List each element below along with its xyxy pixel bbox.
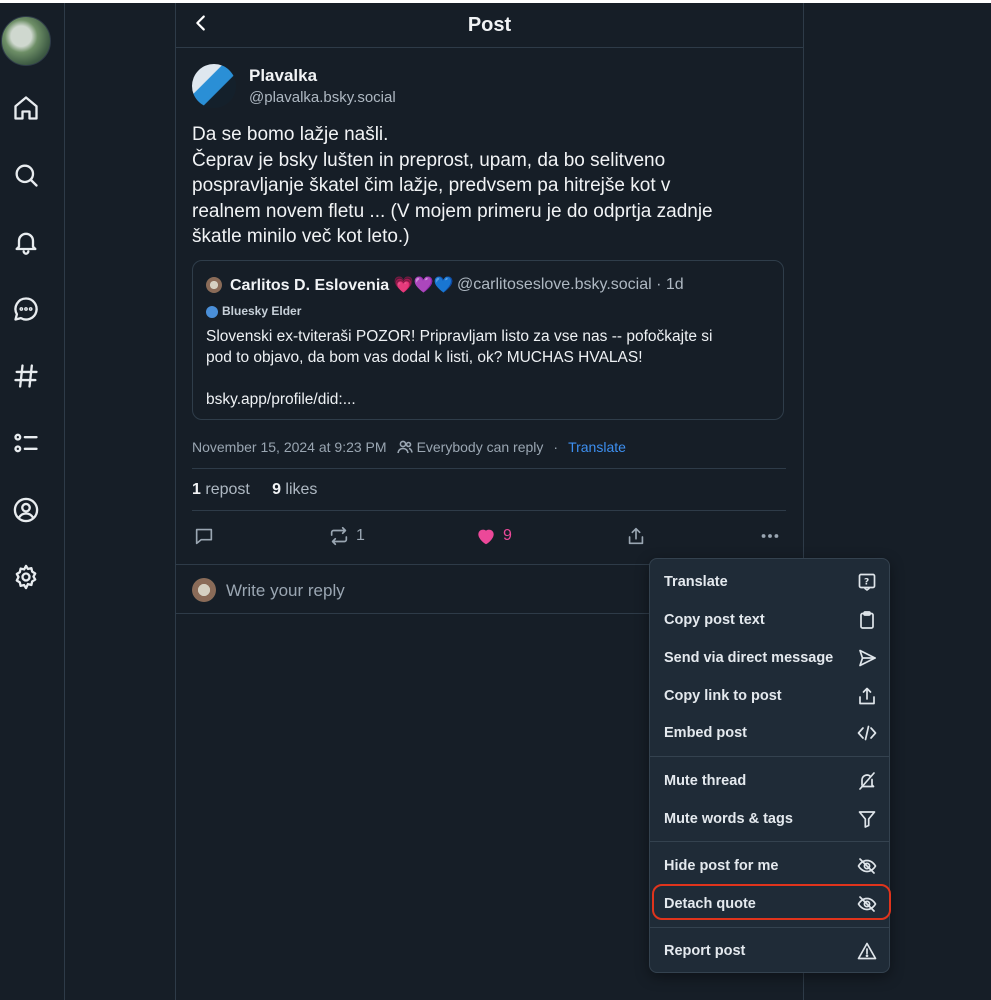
quote-text: Slovenski ex-tviteraši POZOR! Pripravlja…: [206, 326, 776, 410]
post-text-line: Da se bomo lažje našli.: [192, 124, 389, 145]
menu-item-label: Mute thread: [664, 773, 747, 789]
quote-text-line: pod to objavo, da bom vas dodal k listi,…: [206, 349, 643, 366]
quote-author-avatar: [206, 277, 222, 293]
people-icon: [396, 440, 413, 454]
menu-item-label: Mute words & tags: [664, 811, 793, 827]
menu-item-mute-words[interactable]: Mute words & tags: [664, 807, 877, 831]
author-name[interactable]: Plavalka: [249, 66, 317, 86]
menu-item-send-dm[interactable]: Send via direct message: [664, 646, 877, 670]
translate-icon: ?: [858, 573, 876, 591]
left-nav: [0, 3, 65, 1000]
author-avatar[interactable]: [192, 64, 236, 108]
bell-icon[interactable]: [11, 227, 41, 257]
quote-author-name: Carlitos D. Eslovenia 💗💜💙: [230, 277, 454, 294]
menu-item-label: Report post: [664, 943, 746, 959]
post-text-line: Čeprav je bsky lušten in preprost, upam,…: [192, 149, 666, 171]
share-icon: [859, 687, 875, 705]
menu-item-label: Embed post: [664, 725, 747, 741]
mute-bell-icon: [859, 772, 875, 790]
meta-separator: ·: [553, 439, 559, 455]
menu-item-label: Copy link to post: [664, 688, 782, 704]
menu-item-label: Hide post for me: [664, 858, 779, 874]
menu-item-mute-thread[interactable]: Mute thread: [664, 769, 877, 793]
menu-divider: [650, 927, 889, 928]
repost-label[interactable]: repost: [205, 481, 249, 498]
ellipsis-icon: [761, 534, 779, 538]
post-meta: November 15, 2024 at 9:23 PM Everybody c…: [192, 439, 626, 455]
user-avatar-small: [192, 578, 216, 602]
lists-icon[interactable]: [11, 428, 41, 458]
like-count[interactable]: 9: [272, 481, 281, 498]
menu-item-label: Send via direct message: [664, 650, 834, 666]
paper-plane-icon: [859, 649, 876, 667]
user-avatar[interactable]: [1, 16, 51, 66]
menu-item-embed-post[interactable]: Embed post: [664, 721, 877, 745]
menu-divider: [650, 841, 889, 842]
translate-link[interactable]: Translate: [568, 439, 626, 455]
like-button[interactable]: 9: [475, 525, 512, 547]
engagement-stats: 1 repost 9 likes: [192, 481, 317, 499]
chat-bubble-icon[interactable]: [11, 294, 41, 324]
filter-icon: [858, 811, 876, 828]
quoted-post[interactable]: Carlitos D. Eslovenia 💗💜💙 @carlitoseslov…: [192, 260, 784, 420]
like-label[interactable]: likes: [285, 481, 317, 498]
heart-icon: [478, 529, 494, 545]
menu-item-report-post[interactable]: Report post: [664, 939, 877, 963]
profile-icon[interactable]: [11, 495, 41, 525]
svg-text:?: ?: [864, 578, 869, 588]
code-icon: [857, 725, 877, 741]
post-timestamp: November 15, 2024 at 9:23 PM: [192, 439, 387, 455]
post-text: Da se bomo lažje našli. Čeprav je bsky l…: [192, 122, 782, 250]
page-title: Post: [467, 14, 512, 36]
repost-icon: [330, 526, 348, 546]
reply-button[interactable]: [193, 525, 215, 547]
repost-button[interactable]: 1: [328, 525, 365, 547]
author-handle[interactable]: @plavalka.bsky.social: [249, 89, 396, 106]
like-action-count: 9: [503, 527, 512, 544]
clipboard-icon: [860, 611, 874, 629]
comment-icon: [195, 528, 213, 545]
repost-action-count: 1: [356, 527, 365, 544]
quote-text-line: Slovenski ex-tviteraši POZOR! Pripravlja…: [206, 328, 713, 345]
header: Post: [176, 3, 803, 48]
quote-author-handle: @carlitoseslove.bsky.social · 1d: [457, 276, 684, 293]
menu-item-copy-post-text[interactable]: Copy post text: [664, 608, 877, 632]
menu-item-copy-link[interactable]: Copy link to post: [664, 684, 877, 708]
eye-slash-icon: [857, 858, 877, 874]
divider: [192, 510, 786, 511]
post-text-line: pospravljanje škatel čim lažje, predvsem…: [192, 175, 671, 196]
share-button[interactable]: [625, 525, 647, 547]
menu-item-translate[interactable]: Translate ?: [664, 570, 877, 594]
quote-author-badge: Bluesky Elder: [222, 304, 302, 318]
post-text-line: škatle minilo več kot leto.): [192, 226, 410, 247]
reply-placeholder[interactable]: Write your reply: [226, 581, 345, 601]
gear-icon[interactable]: [11, 562, 41, 592]
search-icon[interactable]: [11, 160, 41, 190]
post-text-line: realnem novem fletu ... (V mojem primeru…: [192, 200, 713, 222]
share-icon: [628, 527, 644, 545]
detach-quote-highlight: [652, 884, 891, 920]
hashtag-icon[interactable]: [11, 361, 41, 391]
reply-setting[interactable]: Everybody can reply: [417, 439, 544, 455]
home-icon[interactable]: [11, 93, 41, 123]
menu-item-label: Translate: [664, 574, 728, 590]
badge-icon: [206, 306, 218, 318]
menu-divider: [650, 756, 889, 757]
quote-text-line: [206, 368, 776, 389]
quote-text-line: bsky.app/profile/did:...: [206, 391, 356, 408]
divider: [192, 468, 786, 469]
menu-item-label: Copy post text: [664, 612, 765, 628]
more-options-button[interactable]: [759, 525, 781, 547]
repost-count[interactable]: 1: [192, 481, 201, 498]
menu-item-hide-post[interactable]: Hide post for me: [664, 854, 877, 878]
warning-icon: [857, 942, 877, 960]
